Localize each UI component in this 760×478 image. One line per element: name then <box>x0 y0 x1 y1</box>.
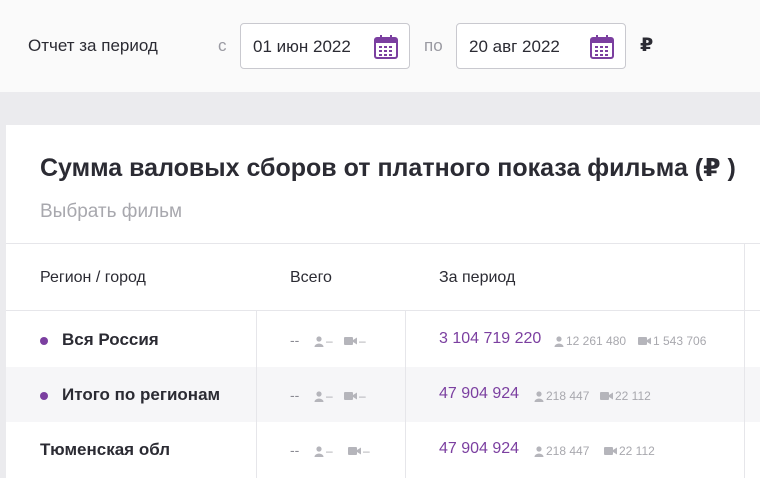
row-total-value: -- <box>290 332 300 348</box>
currency-selector[interactable]: ₽ <box>640 34 653 57</box>
column-divider <box>256 311 257 478</box>
person-icon <box>534 390 544 402</box>
box-office-card: Сумма валовых сборов от платного показа … <box>6 125 760 478</box>
date-to-value: 20 авг 2022 <box>469 37 560 56</box>
row-total-screens-value: – <box>359 389 366 403</box>
row-total-screens: – <box>348 444 370 458</box>
row-total-screens-value: – <box>359 334 366 348</box>
camera-icon <box>348 447 361 455</box>
select-film-link[interactable]: Выбрать фильм <box>40 201 182 223</box>
period-label: Отчет за период <box>28 36 158 55</box>
row-bullet <box>40 337 48 345</box>
row-period-people: 218 447 <box>534 444 589 458</box>
person-icon <box>534 445 544 457</box>
row-period-people-value: 12 261 480 <box>566 334 627 348</box>
table-row[interactable]: Тюменская обл -- – – 47 904 924 218 447 … <box>6 422 760 477</box>
row-total-screens: – <box>344 334 366 348</box>
row-total-value: -- <box>290 442 300 458</box>
row-total-value: -- <box>290 387 300 403</box>
header-period[interactable]: За период <box>439 269 515 287</box>
row-period-value: 47 904 924 <box>439 440 520 457</box>
row-region-name: Итого по регионам <box>62 385 221 404</box>
camera-icon <box>344 392 357 400</box>
camera-icon <box>600 392 613 400</box>
column-divider <box>744 244 745 312</box>
date-from-value: 01 июн 2022 <box>253 37 351 56</box>
row-total-screens: – <box>344 389 366 403</box>
person-icon <box>554 335 564 347</box>
row-total-people-value: – <box>326 444 333 458</box>
row-total-people: – <box>314 389 333 403</box>
row-period-value: 47 904 924 <box>439 385 520 402</box>
row-period-people: 218 447 <box>534 389 589 403</box>
table-header: Регион / город Всего За период <box>6 243 760 312</box>
row-total-people: – <box>314 444 333 458</box>
table-row[interactable]: Вся Россия -- – – 3 104 719 220 12 261 4… <box>6 312 760 367</box>
row-total-screens-value: – <box>363 444 370 458</box>
from-separator: с <box>218 36 227 55</box>
row-period-people: 12 261 480 <box>554 334 626 348</box>
person-icon <box>314 390 324 402</box>
period-filter-bar: Отчет за период с 01 июн 2022 по 20 авг … <box>0 0 760 92</box>
calendar-icon[interactable] <box>373 34 399 60</box>
row-period-screens: 22 112 <box>604 444 655 458</box>
row-region-name: Тюменская обл <box>40 440 171 459</box>
camera-icon <box>638 337 651 345</box>
header-region[interactable]: Регион / город <box>40 269 146 287</box>
row-bullet <box>40 392 48 400</box>
row-period-screens-value: 22 112 <box>615 389 651 403</box>
table-row[interactable]: Итого по регионам -- – – 47 904 924 218 … <box>6 367 760 422</box>
date-from-field[interactable]: 01 июн 2022 <box>240 23 410 69</box>
column-divider <box>405 311 406 478</box>
row-total-people: – <box>314 334 333 348</box>
card-title: Сумма валовых сборов от платного показа … <box>40 154 736 182</box>
header-total[interactable]: Всего <box>290 269 332 287</box>
camera-icon <box>604 447 617 455</box>
row-region-name: Вся Россия <box>62 330 159 349</box>
to-separator: по <box>424 36 443 55</box>
camera-icon <box>344 337 357 345</box>
row-total-people-value: – <box>326 334 333 348</box>
calendar-icon[interactable] <box>589 34 615 60</box>
date-to-field[interactable]: 20 авг 2022 <box>456 23 626 69</box>
row-period-screens-value: 22 112 <box>619 444 655 458</box>
row-period-people-value: 218 447 <box>546 389 590 403</box>
row-period-screens-value: 1 543 706 <box>653 334 707 348</box>
row-period-people-value: 218 447 <box>546 444 590 458</box>
person-icon <box>314 335 324 347</box>
row-period-screens: 22 112 <box>600 389 651 403</box>
person-icon <box>314 445 324 457</box>
row-total-people-value: – <box>326 389 333 403</box>
row-period-screens: 1 543 706 <box>638 334 706 348</box>
column-divider <box>744 311 745 478</box>
row-period-value: 3 104 719 220 <box>439 330 542 347</box>
